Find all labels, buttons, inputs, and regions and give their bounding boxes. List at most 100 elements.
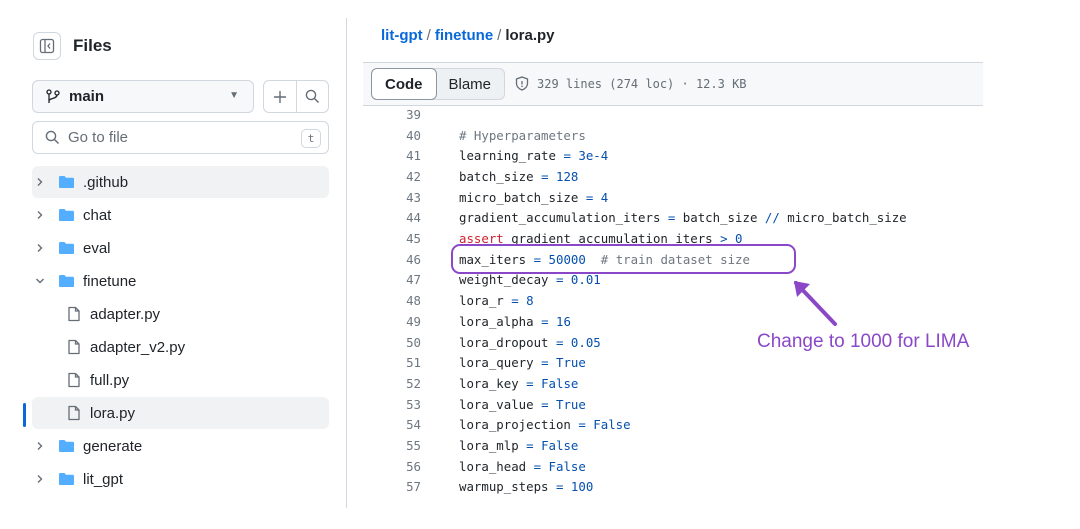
code-line: 55 lora_mlp = False xyxy=(363,435,578,456)
line-number[interactable]: 56 xyxy=(363,459,421,474)
annotation-arrow xyxy=(794,281,837,326)
line-number[interactable]: 48 xyxy=(363,293,421,308)
line-number[interactable]: 57 xyxy=(363,479,421,494)
search-icon xyxy=(305,89,319,104)
tree-file-item[interactable]: lora.py xyxy=(32,397,329,429)
line-number[interactable]: 47 xyxy=(363,272,421,287)
tree-item-label: adapter_v2.py xyxy=(90,338,186,356)
line-number[interactable]: 49 xyxy=(363,314,421,329)
tree-folder-item[interactable]: chat xyxy=(32,199,329,231)
branch-selector[interactable]: main ▼ xyxy=(32,80,254,113)
tree-folder-item[interactable]: finetune xyxy=(32,265,329,297)
code-line: 44 gradient_accumulation_iters = batch_si… xyxy=(363,208,907,229)
chevron-right-icon[interactable] xyxy=(35,210,45,220)
tree-file-item[interactable]: full.py xyxy=(32,364,329,396)
add-file-button[interactable] xyxy=(264,81,296,112)
breadcrumb: lit-gpt / finetune / lora.py xyxy=(381,27,555,44)
code-line: 47 weight_decay = 0.01 xyxy=(363,270,601,291)
breadcrumb-folder-link[interactable]: finetune xyxy=(435,27,493,44)
tree-file-item[interactable]: adapter_v2.py xyxy=(32,331,329,363)
tree-folder-item[interactable]: lit_gpt xyxy=(32,463,329,495)
code-line: 42 batch_size = 128 xyxy=(363,166,578,187)
file-icon xyxy=(67,405,81,421)
code-line: 43 micro_batch_size = 4 xyxy=(363,187,608,208)
file-icon xyxy=(67,339,81,355)
line-number[interactable]: 43 xyxy=(363,190,421,205)
code-text: lora_alpha = 16 xyxy=(459,313,571,329)
breadcrumb-repo-link[interactable]: lit-gpt xyxy=(381,27,423,44)
code-text: # Hyperparameters xyxy=(459,127,586,143)
annotation-text: Change to 1000 for LIMA xyxy=(757,331,970,352)
line-number[interactable]: 52 xyxy=(363,376,421,391)
code-text: lora_head = False xyxy=(459,458,586,474)
code-line: 50 lora_dropout = 0.05 xyxy=(363,332,601,353)
tree-folder-item[interactable]: .github xyxy=(32,166,329,198)
code-text: micro_batch_size = 4 xyxy=(459,189,609,205)
code-line: 40 # Hyperparameters xyxy=(363,125,586,146)
breadcrumb-separator: / xyxy=(426,27,431,44)
chevron-right-icon[interactable] xyxy=(35,243,45,253)
code-tab[interactable]: Code xyxy=(371,68,437,100)
blame-tab[interactable]: Blame xyxy=(436,69,505,99)
line-number[interactable]: 41 xyxy=(363,148,421,163)
line-number[interactable]: 45 xyxy=(363,231,421,246)
shield-icon xyxy=(515,76,529,91)
view-toggle: Code Blame xyxy=(371,68,506,100)
search-icon xyxy=(45,130,60,145)
folder-icon xyxy=(58,175,75,189)
folder-icon xyxy=(58,274,75,288)
tree-file-item[interactable]: adapter.py xyxy=(32,298,329,330)
code-text: lora_r = 8 xyxy=(459,293,534,309)
code-text: lora_value = True xyxy=(459,396,586,412)
code-text: lora_mlp = False xyxy=(459,438,579,454)
go-to-file-input[interactable]: Go to file t xyxy=(32,121,329,154)
code-line: 57 warmup_steps = 100 xyxy=(363,477,593,498)
line-number[interactable]: 42 xyxy=(363,169,421,184)
chevron-down-icon[interactable] xyxy=(35,276,45,286)
chevron-right-icon[interactable] xyxy=(35,474,45,484)
annotation-highlight-box xyxy=(451,244,796,274)
breadcrumb-current-file: lora.py xyxy=(505,27,555,44)
line-number[interactable]: 44 xyxy=(363,210,421,225)
tree-item-label: full.py xyxy=(90,371,130,389)
code-line: 52 lora_key = False xyxy=(363,373,578,394)
code-text: learning_rate = 3e-4 xyxy=(459,148,609,164)
chevron-down-icon: ▼ xyxy=(229,90,239,101)
tree-item-label: lora.py xyxy=(90,404,136,422)
file-icon xyxy=(67,372,81,388)
code-line: 53 lora_value = True xyxy=(363,394,586,415)
branch-icon xyxy=(46,88,60,103)
code-text: weight_decay = 0.01 xyxy=(459,272,601,288)
line-number[interactable]: 55 xyxy=(363,438,421,453)
line-number[interactable]: 51 xyxy=(363,355,421,370)
code-text: warmup_steps = 100 xyxy=(459,479,594,495)
sidebar-title: Files xyxy=(73,36,112,55)
chevron-right-icon[interactable] xyxy=(35,177,45,187)
tree-folder-item[interactable]: generate xyxy=(32,430,329,462)
code-line: 41 learning_rate = 3e-4 xyxy=(363,145,608,166)
line-number[interactable]: 40 xyxy=(363,128,421,143)
file-header: Code Blame 329 lines (274 loc) · 12.3 KB xyxy=(363,62,983,106)
code-text: lora_dropout = 0.05 xyxy=(459,334,601,350)
code-line: 49 lora_alpha = 16 xyxy=(363,311,571,332)
active-file-indicator xyxy=(23,403,26,427)
sidebar-collapse-button[interactable] xyxy=(33,32,61,60)
line-number[interactable]: 39 xyxy=(363,107,421,122)
code-text: gradient_accumulation_iters = batch_size… xyxy=(459,210,907,226)
code-text: lora_projection = False xyxy=(459,417,631,433)
line-number[interactable]: 53 xyxy=(363,397,421,412)
search-button[interactable] xyxy=(295,81,329,112)
tree-item-label: lit_gpt xyxy=(83,470,124,488)
tree-item-label: .github xyxy=(83,173,129,191)
breadcrumb-separator: / xyxy=(497,27,502,44)
chevron-right-icon[interactable] xyxy=(35,441,45,451)
code-text: lora_query = True xyxy=(459,355,586,371)
tree-item-label: chat xyxy=(83,206,112,224)
file-meta: 329 lines (274 loc) · 12.3 KB xyxy=(515,76,747,91)
line-number[interactable]: 54 xyxy=(363,417,421,432)
file-tree-sidebar: Files main ▼ Go to file t .github chat eva… xyxy=(0,0,346,529)
line-number[interactable]: 46 xyxy=(363,252,421,267)
branch-name: main xyxy=(69,88,105,105)
line-number[interactable]: 50 xyxy=(363,335,421,350)
tree-folder-item[interactable]: eval xyxy=(32,232,329,264)
